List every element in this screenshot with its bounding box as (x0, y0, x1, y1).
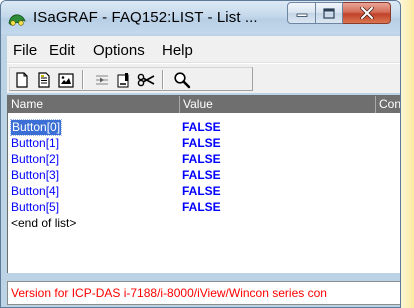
insert-variable-icon (96, 75, 108, 85)
menu-edit[interactable]: Edit (49, 42, 75, 59)
minimize-icon (296, 13, 307, 17)
minimize-button[interactable] (287, 2, 316, 24)
variable-name: Button[1] (11, 136, 60, 150)
search-button[interactable] (172, 70, 192, 90)
toolbar (7, 63, 400, 93)
maximize-button[interactable] (316, 2, 343, 24)
menu-bar: File Edit Options Help (7, 36, 400, 63)
open-list-button[interactable] (34, 70, 54, 90)
variable-name: Button[3] (11, 168, 60, 182)
status-message: Version for ICP-DAS i-7188/i-8000/iView/… (11, 286, 327, 300)
edit-variable-icon (117, 73, 129, 88)
column-header-value[interactable]: Value (180, 96, 376, 113)
save-list-icon (58, 73, 74, 88)
save-list-button[interactable] (56, 70, 76, 90)
end-of-list-label: <end of list> (11, 216, 77, 230)
menu-file[interactable]: File (13, 42, 37, 59)
title-bar[interactable]: ISaGRAF - FAQ152:LIST - List ... (1, 1, 400, 34)
cut-button[interactable] (136, 70, 156, 90)
menu-options[interactable]: Options (93, 42, 145, 59)
window-controls (287, 2, 391, 24)
insert-variable-button[interactable] (92, 70, 112, 90)
toolbar-group (9, 67, 253, 91)
edit-variable-button[interactable] (114, 70, 134, 90)
search-icon (174, 72, 191, 89)
variable-value: FALSE (182, 168, 221, 182)
isagraf-list-window: ISaGRAF - FAQ152:LIST - List ... File Ed… (0, 0, 401, 308)
menu-help[interactable]: Help (162, 42, 193, 59)
new-list-button[interactable] (12, 70, 32, 90)
isagraf-app-icon[interactable] (7, 10, 27, 28)
open-list-icon (38, 72, 50, 88)
variable-name: Button[0] (9, 119, 63, 136)
variable-value: FALSE (182, 184, 221, 198)
variable-name: Button[2] (11, 152, 60, 166)
toolbar-separator (82, 70, 84, 89)
variable-name: Button[4] (11, 184, 60, 198)
maximize-icon (323, 7, 335, 19)
close-button[interactable] (343, 2, 391, 24)
variable-name: Button[5] (11, 200, 60, 214)
cut-icon (137, 73, 155, 87)
column-header-name[interactable]: Name (8, 96, 180, 113)
variable-value: FALSE (182, 136, 221, 150)
status-bar: Version for ICP-DAS i-7188/i-8000/iView/… (7, 281, 400, 305)
variable-list[interactable]: Name Value Con Button[0] FALSE Button[1]… (7, 95, 400, 273)
close-icon (359, 7, 374, 19)
variable-value: FALSE (182, 120, 221, 134)
background-fringe (400, 0, 414, 308)
new-list-icon (16, 72, 28, 88)
toolbar-separator (162, 70, 164, 89)
window-title: ISaGRAF - FAQ152:LIST - List ... (33, 9, 258, 26)
column-header-comment[interactable]: Con (376, 96, 400, 113)
variable-value: FALSE (182, 152, 221, 166)
variable-value: FALSE (182, 200, 221, 214)
list-header: Name Value Con (8, 96, 400, 113)
